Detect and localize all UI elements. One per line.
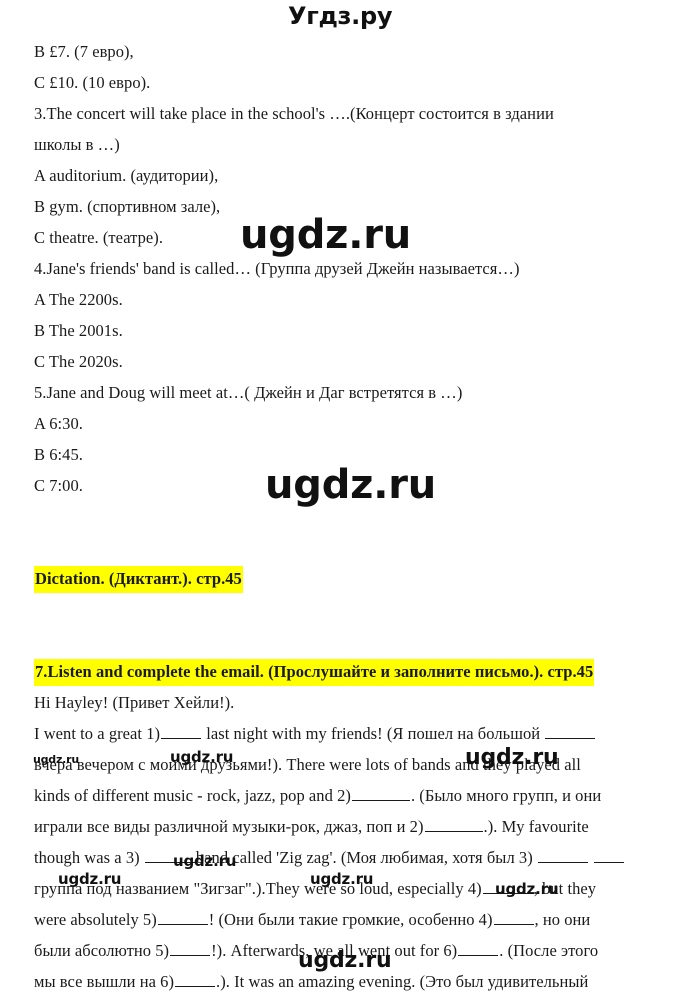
email-text-span: мы все вышли на 6)	[34, 972, 175, 991]
answer-blank[interactable]	[351, 784, 410, 801]
answer-line: C theatre. (театре).	[34, 228, 163, 247]
email-text-span: ! (Они были такие громкие, особенно 4)	[208, 910, 493, 929]
answer-line: B gym. (спортивном зале),	[34, 197, 221, 216]
email-text-span: , но они	[534, 910, 591, 929]
answer-blank[interactable]	[424, 815, 483, 832]
email-text-span: last night with my friends! (Я пошел на …	[202, 724, 545, 743]
answer-line: C £10. (10 евро).	[34, 73, 151, 92]
answer-blank[interactable]	[161, 722, 202, 739]
email-text-row: вчера вечером с моими друзьями!). There …	[34, 749, 658, 780]
answer-blank[interactable]	[175, 970, 216, 987]
email-text-span: группа под названием "Зигзаг".).They wer…	[34, 879, 482, 898]
answer-blank[interactable]	[537, 846, 588, 863]
answer-line: B The 2001s.	[34, 321, 123, 340]
site-logo[interactable]: Угдз.ру	[288, 2, 393, 30]
email-text-span: .). It was an amazing evening. (Это был …	[216, 972, 589, 991]
email-text-span: были абсолютно 5)	[34, 941, 170, 960]
email-text-row: группа под названием "Зигзаг".).They wer…	[34, 873, 658, 904]
page-root: { "site": { "logo_top": "Угдз.ру", "wate…	[0, 0, 680, 991]
email-text-span: вчера вечером с моими друзьями!). There …	[34, 755, 581, 774]
email-text-row: were absolutely 5) ! (Они были такие гром…	[34, 904, 658, 935]
email-text-span: though was a 3)	[34, 848, 144, 867]
answer-blank[interactable]	[157, 908, 208, 925]
task7-heading-row: 7.Listen and complete the email. (Прослу…	[34, 656, 658, 687]
email-greeting: Hi Hayley! (Привет Хейли!).	[34, 693, 235, 712]
email-text-span	[589, 848, 593, 867]
email-text-span: band called 'Zig zag'. (Моя любимая, хот…	[195, 848, 537, 867]
question-line: 4.Jane's friends' band is called… (Групп…	[34, 259, 520, 278]
email-text-row: мы все вышли на 6) .). It was an amazing …	[34, 966, 658, 997]
answer-blank[interactable]	[458, 939, 499, 956]
email-text-span: !). Afterwards, we all went out for 6)	[211, 941, 458, 960]
email-body: I went to a great 1) last night with my …	[34, 718, 658, 997]
answer-blank[interactable]	[545, 722, 596, 739]
document-body: B £7. (7 евро), C £10. (10 евро). 3.The …	[34, 36, 658, 997]
email-text-span: I went to a great 1)	[34, 724, 161, 743]
email-text-row: были абсолютно 5) !). Afterwards, we all …	[34, 935, 658, 966]
answer-line: C 7:00.	[34, 476, 83, 495]
email-text-row: though was a 3) band called 'Zig zag'. (…	[34, 842, 658, 873]
answer-line: B £7. (7 евро),	[34, 42, 134, 61]
answer-blank[interactable]	[144, 846, 195, 863]
email-text-span: , but they	[533, 879, 597, 898]
question-line: 3.The concert will take place in the sch…	[34, 104, 554, 123]
question-line: 5.Jane and Doug will meet at…( Джейн и Д…	[34, 383, 463, 402]
email-text-span: .). My favourite	[483, 817, 589, 836]
answer-line: A 6:30.	[34, 414, 83, 433]
email-text-span: were absolutely 5)	[34, 910, 157, 929]
email-text-span: . (Было много групп, и они	[410, 786, 602, 805]
answer-line: A The 2200s.	[34, 290, 123, 309]
email-text-row: I went to a great 1) last night with my …	[34, 718, 658, 749]
email-text-span: kinds of different music - rock, jazz, p…	[34, 786, 351, 805]
email-text-row: kinds of different music - rock, jazz, p…	[34, 780, 658, 811]
email-text-span: играли все виды различной музыки-рок, дж…	[34, 817, 424, 836]
answer-blank[interactable]	[482, 877, 533, 894]
answer-line: C The 2020s.	[34, 352, 123, 371]
answer-blank[interactable]	[170, 939, 211, 956]
email-text-row: играли все виды различной музыки-рок, дж…	[34, 811, 658, 842]
answer-blank[interactable]	[594, 846, 625, 863]
task7-heading: 7.Listen and complete the email. (Прослу…	[34, 659, 595, 686]
question-line-cont: школы в …)	[34, 135, 120, 154]
email-text-span: . (После этого	[499, 941, 599, 960]
dictation-heading: Dictation. (Диктант.). стр.45	[34, 566, 243, 593]
answer-line: B 6:45.	[34, 445, 83, 464]
dictation-heading-row: Dictation. (Диктант.). стр.45	[34, 563, 658, 594]
answer-blank[interactable]	[493, 908, 534, 925]
answer-line: A auditorium. (аудитории),	[34, 166, 219, 185]
